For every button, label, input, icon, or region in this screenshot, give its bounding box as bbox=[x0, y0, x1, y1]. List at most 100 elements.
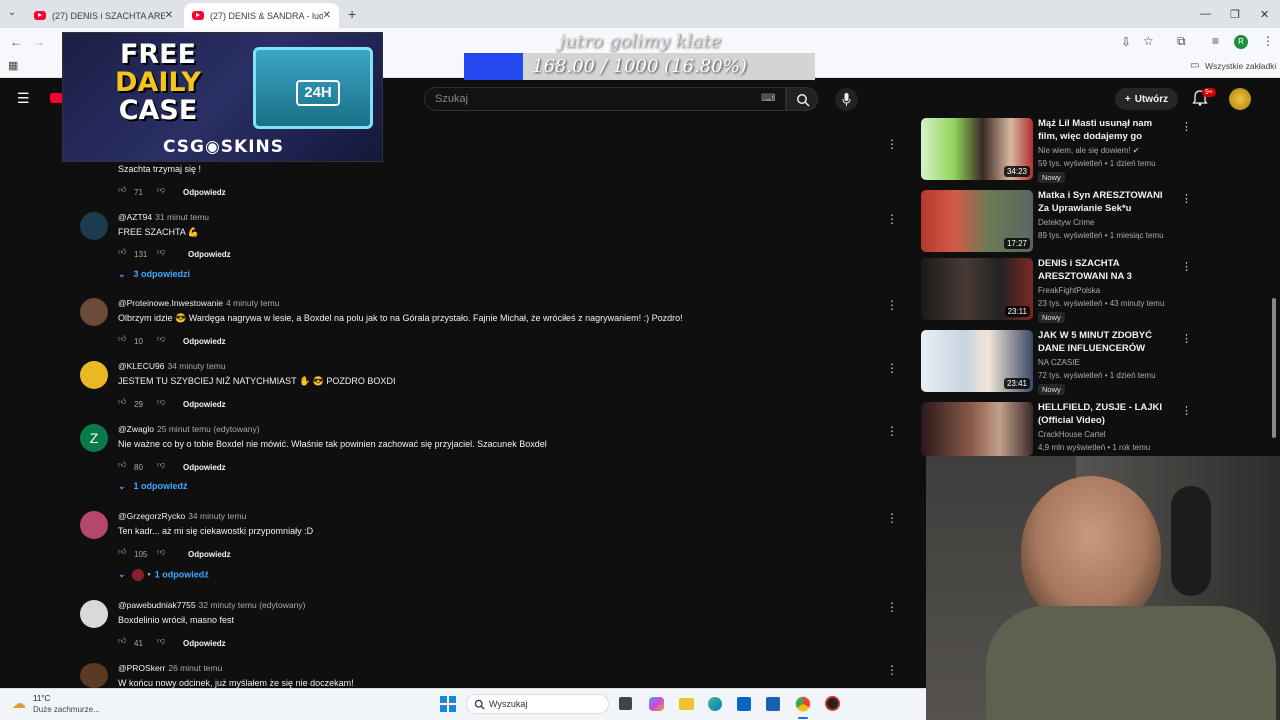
keyboard-icon[interactable]: ⌨ bbox=[761, 93, 775, 104]
search-input[interactable]: Szukaj ⌨ bbox=[424, 87, 786, 111]
reply-button[interactable]: Odpowiedz bbox=[183, 188, 226, 197]
video-channel[interactable]: Detektyw Crime bbox=[1038, 218, 1094, 227]
dislike-icon[interactable]: 👎︎ bbox=[157, 397, 165, 407]
reply-button[interactable]: Odpowiedz bbox=[183, 463, 226, 472]
windows-start-icon[interactable] bbox=[440, 696, 456, 712]
comment-author[interactable]: @AZT94 31 minut temu bbox=[118, 212, 209, 222]
all-bookmarks-link[interactable]: Wszystkie zakładki bbox=[1205, 62, 1276, 71]
media-controls-icon[interactable]: ≡ bbox=[1212, 35, 1219, 47]
video-title[interactable]: JAK W 5 MINUT ZDOBYĆ DANE INFLUENCERÓW bbox=[1038, 330, 1173, 355]
video-channel[interactable]: CrackHouse Cartel bbox=[1038, 430, 1106, 439]
apps-grid-icon[interactable]: ▦ bbox=[8, 61, 18, 72]
like-icon[interactable]: 👍︎ bbox=[118, 247, 126, 257]
video-thumbnail[interactable]: 23:11 bbox=[921, 258, 1033, 320]
dislike-icon[interactable]: 👎︎ bbox=[157, 247, 165, 257]
dislike-icon[interactable]: 👎︎ bbox=[157, 636, 165, 646]
comment-time[interactable]: 26 minut temu bbox=[168, 663, 222, 673]
comment-avatar[interactable]: Z bbox=[80, 424, 108, 452]
author-name[interactable]: @pawebudniak7755 bbox=[118, 600, 196, 610]
comment-author[interactable]: @pawebudniak7755 32 minuty temu (edytowan… bbox=[118, 600, 305, 610]
comment-author[interactable]: @GrzegorzRycko 34 minuty temu bbox=[118, 511, 246, 521]
comment-avatar[interactable] bbox=[80, 600, 108, 628]
comment-avatar[interactable] bbox=[80, 663, 108, 688]
task-view-icon[interactable] bbox=[619, 697, 632, 710]
page-scrollbar[interactable] bbox=[1272, 298, 1276, 438]
comment-menu-icon[interactable]: ⋮ bbox=[886, 137, 898, 151]
dislike-icon[interactable]: 👎︎ bbox=[157, 460, 165, 470]
author-name[interactable]: @AZT94 bbox=[118, 212, 152, 222]
show-replies-button[interactable]: ⌄ 3 odpowiedzi bbox=[118, 269, 190, 280]
like-icon[interactable]: 👍︎ bbox=[118, 334, 126, 344]
bookmark-star-icon[interactable]: ☆ bbox=[1143, 35, 1154, 47]
like-icon[interactable]: 👍︎ bbox=[118, 636, 126, 646]
dislike-icon[interactable]: 👎︎ bbox=[157, 185, 165, 195]
video-menu-icon[interactable]: ⋮ bbox=[1181, 192, 1192, 205]
chrome-icon[interactable] bbox=[795, 696, 811, 712]
video-menu-icon[interactable]: ⋮ bbox=[1181, 120, 1192, 133]
profile-avatar[interactable]: R bbox=[1234, 35, 1248, 49]
channel-name[interactable]: Nie wiem, ale się dowiem! bbox=[1038, 146, 1130, 155]
show-replies-button[interactable]: ⌄ 1 odpowiedź bbox=[118, 481, 188, 492]
video-menu-icon[interactable]: ⋮ bbox=[1181, 260, 1192, 273]
video-channel[interactable]: FreakFightPolska bbox=[1038, 286, 1100, 295]
like-icon[interactable]: 👍︎ bbox=[118, 185, 126, 195]
install-app-icon[interactable]: ⇩ bbox=[1121, 36, 1131, 48]
close-tab-icon[interactable]: ✕ bbox=[165, 10, 173, 21]
comment-menu-icon[interactable]: ⋮ bbox=[886, 298, 898, 312]
user-avatar[interactable] bbox=[1229, 88, 1251, 110]
taskbar-search-box[interactable]: Wyszukaj bbox=[466, 694, 609, 714]
related-video-item[interactable]: 34:23 Mąż Lil Masti usunął nam film, wię… bbox=[921, 118, 1192, 183]
comment-author[interactable]: @KLECU96 34 minuty temu bbox=[118, 361, 226, 371]
back-icon[interactable]: ← bbox=[10, 36, 22, 48]
comment-time[interactable]: 31 minut temu bbox=[155, 212, 209, 222]
comment-menu-icon[interactable]: ⋮ bbox=[886, 663, 898, 677]
search-button[interactable] bbox=[786, 87, 818, 111]
comment-menu-icon[interactable]: ⋮ bbox=[886, 600, 898, 614]
comment-time[interactable]: 4 minuty temu bbox=[226, 298, 279, 308]
edge-browser-icon[interactable] bbox=[708, 697, 722, 711]
related-video-item[interactable]: 23:11 DENIS i SZACHTA ARESZTOWANI NA 3 M… bbox=[921, 258, 1192, 323]
outlook-icon[interactable] bbox=[737, 697, 751, 711]
author-name[interactable]: @Zwaglo bbox=[118, 424, 154, 434]
related-video-item[interactable]: HELLFIELD, ZUSJE - LAJKI (Official Video… bbox=[921, 402, 1192, 456]
voice-search-button[interactable] bbox=[835, 88, 858, 111]
comment-time[interactable]: 25 minut temu (edytowany) bbox=[157, 424, 260, 434]
weather-cloud-icon[interactable]: ☁ bbox=[12, 695, 26, 712]
comment-time[interactable]: 32 minuty temu (edytowany) bbox=[199, 600, 306, 610]
minimize-icon[interactable]: — bbox=[1200, 8, 1211, 20]
store-icon[interactable] bbox=[766, 697, 780, 711]
comment-menu-icon[interactable]: ⋮ bbox=[886, 511, 898, 525]
close-tab-icon[interactable]: ✕ bbox=[323, 10, 331, 21]
dislike-icon[interactable]: 👎︎ bbox=[157, 547, 165, 557]
reply-button[interactable]: Odpowiedz bbox=[188, 550, 231, 559]
copilot-icon[interactable] bbox=[649, 697, 664, 711]
reply-button[interactable]: Odpowiedz bbox=[183, 639, 226, 648]
video-title[interactable]: DENIS i SZACHTA ARESZTOWANI NA 3 MIESIĄC… bbox=[1038, 258, 1173, 284]
comment-avatar[interactable] bbox=[80, 361, 108, 389]
video-thumbnail[interactable]: 23:41 bbox=[921, 330, 1033, 392]
video-thumbnail[interactable] bbox=[921, 402, 1033, 456]
video-menu-icon[interactable]: ⋮ bbox=[1181, 332, 1192, 345]
menu-hamburger-icon[interactable]: ☰ bbox=[17, 90, 30, 107]
related-video-item[interactable]: 17:27 Matka i Syn ARESZTOWANI Za Uprawia… bbox=[921, 190, 1192, 252]
video-thumbnail[interactable]: 17:27 bbox=[921, 190, 1033, 252]
reply-button[interactable]: Odpowiedz bbox=[183, 337, 226, 346]
dislike-icon[interactable]: 👎︎ bbox=[157, 334, 165, 344]
video-menu-icon[interactable]: ⋮ bbox=[1181, 404, 1192, 417]
author-name[interactable]: @KLECU96 bbox=[118, 361, 164, 371]
author-name[interactable]: @PROSkerr bbox=[118, 663, 165, 673]
comment-author[interactable]: @Proteinowe.Inwestowanie 4 minuty temu bbox=[118, 298, 279, 308]
reply-button[interactable]: Odpowiedz bbox=[183, 400, 226, 409]
video-title[interactable]: HELLFIELD, ZUSJE - LAJKI (Official Video… bbox=[1038, 402, 1173, 427]
close-window-icon[interactable]: ✕ bbox=[1260, 8, 1269, 21]
file-explorer-icon[interactable] bbox=[679, 698, 694, 710]
comment-avatar[interactable] bbox=[80, 212, 108, 240]
maximize-icon[interactable]: ❐ bbox=[1230, 8, 1240, 21]
author-name[interactable]: @GrzegorzRycko bbox=[118, 511, 185, 521]
video-thumbnail[interactable]: 34:23 bbox=[921, 118, 1033, 180]
comment-menu-icon[interactable]: ⋮ bbox=[886, 424, 898, 438]
like-icon[interactable]: 👍︎ bbox=[118, 547, 126, 557]
like-icon[interactable]: 👍︎ bbox=[118, 397, 126, 407]
obs-app-icon[interactable] bbox=[825, 696, 840, 711]
video-channel[interactable]: Nie wiem, ale się dowiem! ✔ bbox=[1038, 146, 1139, 155]
